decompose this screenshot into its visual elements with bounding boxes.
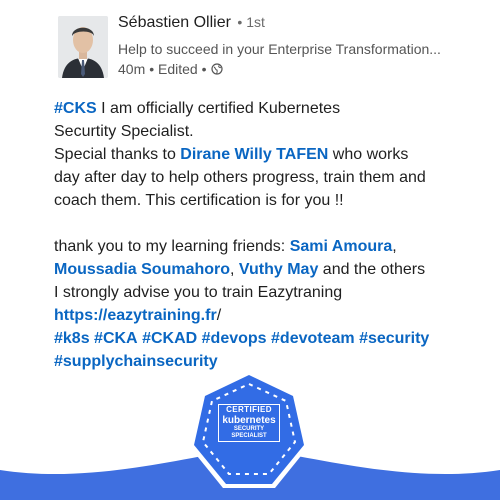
hashtag[interactable]: #CKA bbox=[94, 330, 138, 347]
connection-degree: • 1st bbox=[237, 14, 265, 30]
post-line: https://eazytraining.fr/ bbox=[54, 304, 454, 327]
post-line: day after day to help others progress, t… bbox=[54, 169, 426, 186]
post-line hashtags: #k8s #CKA #CKAD #devops #devoteam #secur… bbox=[54, 327, 454, 350]
post-line: I strongly advise you to train Eazytrani… bbox=[54, 284, 343, 301]
mention-moussadia[interactable]: Moussadia Soumahoro bbox=[54, 261, 230, 278]
author-name-text[interactable]: Sébastien Ollier bbox=[118, 14, 231, 31]
post-text: who works bbox=[328, 146, 409, 163]
post-body: #CKS I am officially certified Kubernete… bbox=[54, 97, 454, 373]
post-line: #CKS I am officially certified Kubernete… bbox=[54, 97, 454, 120]
post-text: I am officially certified Kubernetes bbox=[96, 100, 341, 117]
hashtag[interactable]: #k8s bbox=[54, 330, 90, 347]
mention-vuthy[interactable]: Vuthy May bbox=[239, 261, 318, 278]
post-meta: 40m • Edited • bbox=[118, 61, 223, 77]
mention-dirane[interactable]: Dirane Willy TAFEN bbox=[180, 146, 328, 163]
badge-label: CERTIFIED kubernetes SECURITY SPECIALIST bbox=[218, 404, 280, 442]
edited-label: • Edited • bbox=[149, 61, 207, 77]
hashtag[interactable]: #security bbox=[359, 330, 429, 347]
post-text: / bbox=[216, 307, 222, 324]
author-headline: Help to succeed in your Enterprise Trans… bbox=[118, 41, 441, 57]
avatar[interactable] bbox=[58, 16, 108, 78]
post-line: thank you to my learning friends: Sami A… bbox=[54, 235, 454, 258]
post-time: 40m bbox=[118, 61, 146, 77]
badge-line-specialist: SPECIALIST bbox=[218, 433, 280, 442]
post-line: Special thanks to Dirane Willy TAFEN who… bbox=[54, 143, 454, 166]
post-text: , bbox=[392, 238, 397, 255]
post-line: Securtity Specialist. bbox=[54, 123, 194, 140]
badge-line-security: SECURITY bbox=[218, 426, 280, 433]
author-name[interactable]: Sébastien Ollier • 1st bbox=[118, 14, 265, 32]
post-line: coach them. This certification is for yo… bbox=[54, 192, 344, 209]
post-text: , bbox=[230, 261, 239, 278]
post-text: thank you to my learning friends: bbox=[54, 238, 290, 255]
badge-line-kubernetes: kubernetes bbox=[218, 415, 280, 426]
post-text: and the others bbox=[318, 261, 426, 278]
globe-icon bbox=[210, 63, 223, 75]
hashtag[interactable]: #devops bbox=[202, 330, 267, 347]
profile-photo bbox=[58, 16, 108, 78]
hashtag[interactable]: #CKAD bbox=[142, 330, 197, 347]
hashtag[interactable]: #devoteam bbox=[271, 330, 355, 347]
hashtag-cks[interactable]: #CKS bbox=[54, 100, 97, 117]
post-line: Moussadia Soumahoro, Vuthy May and the o… bbox=[54, 258, 454, 281]
mention-sami[interactable]: Sami Amoura bbox=[290, 238, 393, 255]
post-text: Special thanks to bbox=[54, 146, 181, 163]
badge-line-certified: CERTIFIED bbox=[218, 404, 280, 415]
website-link[interactable]: https://eazytraining.fr bbox=[54, 307, 217, 324]
